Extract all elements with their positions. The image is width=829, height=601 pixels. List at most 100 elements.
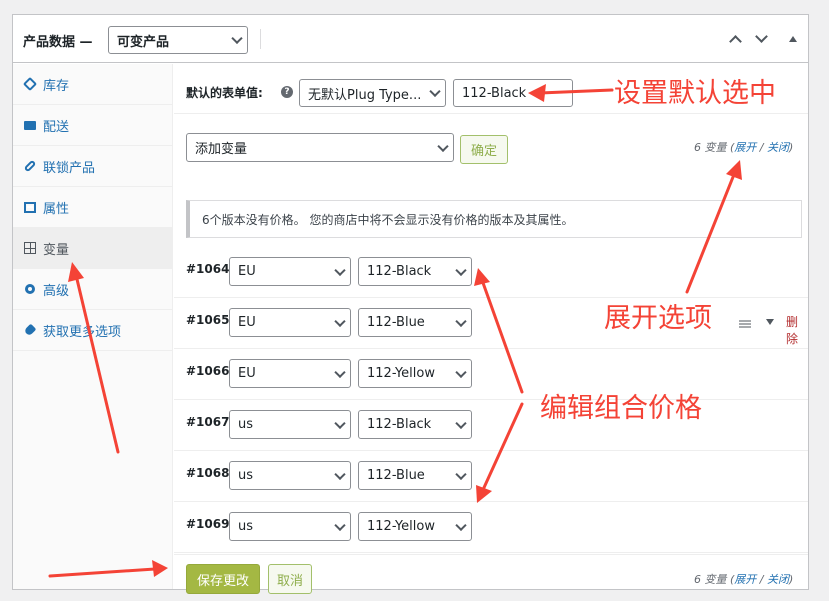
annotation-expand-options: 展开选项 xyxy=(604,303,712,334)
variation-count-bottom: 6 变量 (展开 / 关闭) xyxy=(694,571,793,587)
default-type-value: 无默认Plug Type... xyxy=(308,87,422,103)
default-values-label: 默认的表单值: xyxy=(186,86,263,100)
save-changes-button[interactable]: 保存更改 xyxy=(186,564,260,594)
default-type-select[interactable]: 无默认Plug Type... xyxy=(299,79,446,107)
sidebar-item-label: 变量 xyxy=(43,242,70,258)
chevron-down-icon xyxy=(334,315,346,327)
drag-handle-icon[interactable] xyxy=(739,320,751,328)
region-value: EU xyxy=(238,366,256,381)
no-price-notice: 6个版本没有价格。 您的商店中将不会显示没有价格的版本及其属性。 xyxy=(186,200,802,238)
variation-row[interactable]: #1068 us 112-Blue xyxy=(174,451,808,502)
variation-row[interactable]: #1067 us 112-Black xyxy=(174,400,808,451)
move-down-button[interactable] xyxy=(754,30,770,47)
sidebar-item-shipping[interactable]: 配送 xyxy=(13,105,173,146)
count-separator: / xyxy=(756,141,767,154)
sidebar-item-label: 高级 xyxy=(43,283,70,299)
chevron-down-icon xyxy=(334,417,346,429)
chevron-down-icon xyxy=(455,366,467,378)
sidebar: 库存 配送 联锁产品 属性 变量 高级 获取更多选项 xyxy=(13,64,173,589)
variation-region-select[interactable]: us xyxy=(229,461,351,490)
color-value: 112-Black xyxy=(367,417,432,432)
variation-region-select[interactable]: us xyxy=(229,512,351,541)
variation-region-select[interactable]: us xyxy=(229,410,351,439)
close-link[interactable]: 关闭 xyxy=(767,141,789,154)
list-icon xyxy=(23,200,37,214)
help-icon[interactable]: ? xyxy=(281,86,293,98)
expand-row-icon[interactable] xyxy=(766,319,774,325)
chevron-down-icon xyxy=(334,264,346,276)
gear-icon xyxy=(23,282,37,296)
variation-count-top: 6 变量 (展开 / 关闭) xyxy=(694,139,793,155)
sidebar-item-attributes[interactable]: 属性 xyxy=(13,187,173,228)
expand-link[interactable]: 展开 xyxy=(734,141,756,154)
variation-region-select[interactable]: EU xyxy=(229,308,351,337)
region-value: EU xyxy=(238,315,256,330)
count-label: 6 变量 ( xyxy=(694,573,735,586)
region-value: us xyxy=(238,519,254,534)
footer-row: 保存更改 取消 6 变量 (展开 / 关闭) xyxy=(174,554,808,594)
count-end: ) xyxy=(789,573,794,586)
panel-header: 产品数据 — 可变产品 xyxy=(13,15,808,63)
sidebar-item-inventory[interactable]: 库存 xyxy=(13,64,173,105)
chevron-down-icon xyxy=(429,85,441,98)
sidebar-item-label: 配送 xyxy=(43,119,70,135)
add-variation-select[interactable]: 添加变量 xyxy=(186,133,454,162)
chevron-up-icon xyxy=(729,35,742,48)
chevron-down-icon xyxy=(231,32,243,45)
variation-id: #1067 xyxy=(186,415,230,429)
chevron-down-icon xyxy=(755,30,768,43)
header-divider xyxy=(260,29,261,49)
variation-color-select[interactable]: 112-Black xyxy=(358,257,472,286)
count-label: 6 变量 ( xyxy=(694,141,735,154)
expand-link[interactable]: 展开 xyxy=(734,573,756,586)
chevron-down-icon xyxy=(455,264,467,276)
variation-color-select[interactable]: 112-Yellow xyxy=(358,359,472,388)
default-color-select[interactable]: 112-Black xyxy=(453,79,573,107)
variation-region-select[interactable]: EU xyxy=(229,359,351,388)
sidebar-item-variations[interactable]: 变量 xyxy=(13,228,173,269)
variations-panel: 默认的表单值: ? 无默认Plug Type... 112-Black 添加变量… xyxy=(174,64,808,594)
variation-row[interactable]: #1066 EU 112-Yellow xyxy=(174,349,808,400)
variation-row[interactable]: #1065 EU 112-Blue 删除 xyxy=(174,298,808,349)
toggle-panel-button[interactable] xyxy=(785,31,801,47)
count-separator: / xyxy=(756,573,767,586)
variation-color-select[interactable]: 112-Yellow xyxy=(358,512,472,541)
close-link[interactable]: 关闭 xyxy=(767,573,789,586)
triangle-up-icon xyxy=(789,36,797,42)
variation-color-select[interactable]: 112-Black xyxy=(358,410,472,439)
chevron-down-icon xyxy=(437,140,449,152)
truck-icon xyxy=(23,118,37,132)
sidebar-item-label: 属性 xyxy=(43,201,70,217)
chevron-down-icon xyxy=(455,468,467,480)
color-value: 112-Yellow xyxy=(367,366,435,381)
default-color-value: 112-Black xyxy=(462,85,527,101)
sidebar-item-advanced[interactable]: 高级 xyxy=(13,269,173,310)
panel-title: 产品数据 — xyxy=(23,35,93,50)
chevron-down-icon xyxy=(455,315,467,327)
variation-id: #1065 xyxy=(186,313,230,327)
variation-id: #1068 xyxy=(186,466,230,480)
link-icon xyxy=(23,159,37,173)
remove-variation-link[interactable]: 删除 xyxy=(786,313,808,347)
chevron-down-icon xyxy=(455,519,467,531)
move-up-button[interactable] xyxy=(728,31,744,48)
add-variation-row: 添加变量 确定 6 变量 (展开 / 关闭) xyxy=(174,115,808,177)
annotation-edit-price: 编辑组合价格 xyxy=(540,393,702,424)
product-type-select[interactable]: 可变产品 xyxy=(108,26,248,54)
sidebar-item-get-more-options[interactable]: 获取更多选项 xyxy=(13,310,173,351)
confirm-button[interactable]: 确定 xyxy=(460,135,508,164)
color-value: 112-Blue xyxy=(367,468,425,483)
sidebar-item-label: 库存 xyxy=(43,78,70,94)
sidebar-item-label: 获取更多选项 xyxy=(43,324,122,340)
variation-color-select[interactable]: 112-Blue xyxy=(358,308,472,337)
chevron-down-icon xyxy=(334,519,346,531)
variation-row[interactable]: #1069 us 112-Yellow xyxy=(174,502,808,553)
variation-color-select[interactable]: 112-Blue xyxy=(358,461,472,490)
cancel-button[interactable]: 取消 xyxy=(268,564,312,594)
sidebar-item-linked-products[interactable]: 联锁产品 xyxy=(13,146,173,187)
color-value: 112-Black xyxy=(367,264,432,279)
tag-icon xyxy=(22,76,38,92)
variation-id: #1069 xyxy=(186,517,230,531)
variation-region-select[interactable]: EU xyxy=(229,257,351,286)
variation-row[interactable]: #1064 EU 112-Black xyxy=(174,247,808,298)
